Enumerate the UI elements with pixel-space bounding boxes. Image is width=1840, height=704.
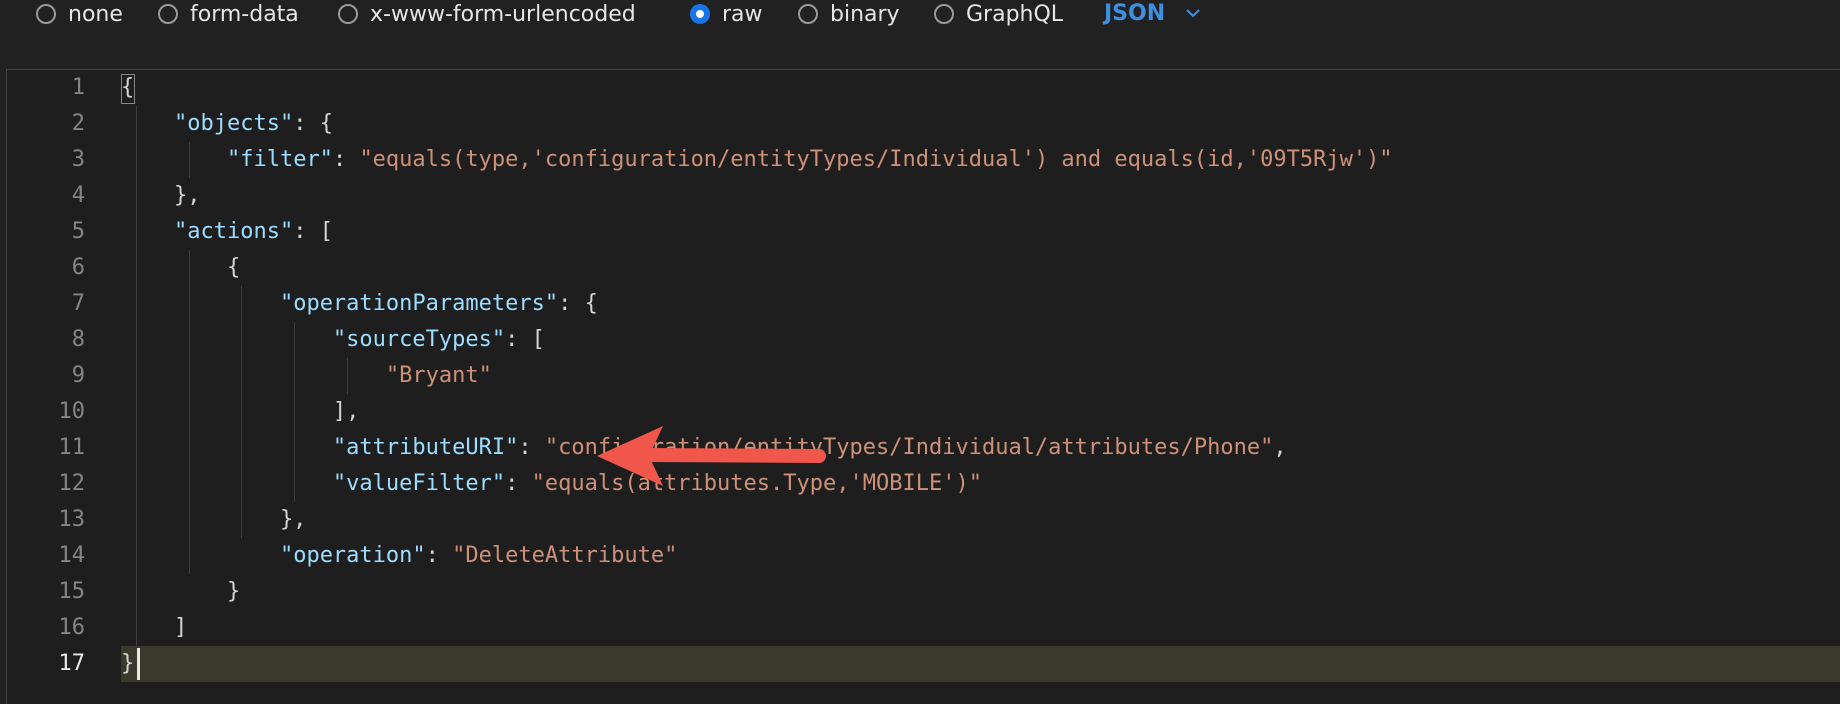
line-number: 13: [58, 507, 86, 532]
code-line[interactable]: "filter": "equals(type,'configuration/en…: [121, 142, 1393, 178]
json-punctuation: : {: [558, 291, 598, 316]
json-punctuation: [121, 111, 174, 136]
code-line[interactable]: "sourceTypes": [: [121, 322, 545, 358]
radio-selected-icon[interactable]: [690, 4, 710, 24]
json-string: "equals(type,'configuration/entityTypes/…: [359, 147, 1393, 172]
code-line[interactable]: "actions": [: [121, 214, 333, 250]
line-number: 1: [71, 75, 85, 100]
json-punctuation: [121, 219, 174, 244]
radio-x-www-form-urlencoded[interactable]: x-www-form-urlencoded: [338, 0, 636, 28]
line-number: 2: [71, 111, 85, 136]
json-key: "operation": [279, 543, 426, 568]
json-key: "valueFilter": [332, 471, 506, 496]
line-number: 3: [71, 147, 85, 172]
json-punctuation: :: [425, 543, 453, 568]
body-type-bar: none form-data x-www-form-urlencoded raw bin…: [0, 0, 1840, 34]
line-number: 8: [71, 327, 85, 352]
json-punctuation: },: [121, 507, 307, 532]
json-punctuation: :: [518, 435, 545, 460]
line-number: 7: [71, 291, 85, 316]
radio-graphql[interactable]: GraphQL: [934, 0, 1063, 28]
code-line[interactable]: }: [121, 646, 134, 682]
line-number: 14: [58, 543, 86, 568]
format-dropdown-label: JSON: [1104, 0, 1166, 26]
code-line[interactable]: "valueFilter": "equals(attributes.Type,'…: [121, 466, 982, 502]
radio-label: binary: [830, 1, 900, 27]
radio-binary[interactable]: binary: [798, 0, 900, 28]
json-string: "Bryant": [385, 363, 492, 388]
code-line[interactable]: ]: [121, 610, 187, 646]
json-key: "attributeURI": [332, 435, 519, 460]
json-punctuation: [121, 471, 333, 496]
radio-unselected-icon[interactable]: [158, 4, 178, 24]
code-line[interactable]: {: [121, 250, 240, 286]
line-number: 11: [58, 435, 86, 460]
line-number: 5: [71, 219, 85, 244]
line-number: 10: [58, 399, 86, 424]
radio-label: GraphQL: [966, 1, 1064, 27]
radio-unselected-icon[interactable]: [798, 4, 818, 24]
json-punctuation: : [: [505, 327, 545, 352]
json-punctuation: :: [332, 147, 360, 172]
bracket-match-highlight-open: [121, 74, 135, 104]
code-line[interactable]: },: [121, 178, 201, 214]
line-number-gutter: 1 2 3 4 5 6 7 8 9 10 11 12 13 14 15 16 17: [7, 70, 117, 704]
json-punctuation: },: [121, 183, 201, 208]
line-number: 12: [58, 471, 86, 496]
radio-unselected-icon[interactable]: [934, 4, 954, 24]
radio-label: raw: [722, 1, 763, 27]
code-line[interactable]: },: [121, 502, 307, 538]
code-editor[interactable]: 1 2 3 4 5 6 7 8 9 10 11 12 13 14 15 16 17 { "objects": {…: [6, 69, 1840, 704]
line-number: 16: [58, 615, 86, 640]
radio-raw[interactable]: raw: [690, 0, 763, 28]
radio-unselected-icon[interactable]: [36, 4, 56, 24]
current-line-highlight: [121, 646, 1840, 682]
json-key: "objects": [173, 111, 294, 136]
code-line[interactable]: "Bryant": [121, 358, 492, 394]
json-key: "operationParameters": [279, 291, 559, 316]
code-line[interactable]: "objects": {: [121, 106, 333, 142]
json-string: "DeleteAttribute": [452, 543, 678, 568]
red-arrow-annotation: [597, 426, 826, 486]
radio-label: form-data: [190, 1, 299, 27]
json-punctuation: : [: [293, 219, 333, 244]
json-punctuation: {: [121, 255, 241, 280]
json-punctuation: : {: [293, 111, 333, 136]
radio-form-data[interactable]: form-data: [158, 0, 299, 28]
line-number: 17: [58, 651, 86, 676]
format-dropdown[interactable]: JSON: [1104, 0, 1201, 26]
json-punctuation: [121, 363, 386, 388]
json-punctuation: [121, 543, 280, 568]
line-number: 6: [71, 255, 85, 280]
code-line[interactable]: }: [121, 574, 240, 610]
code-line[interactable]: "operationParameters": {: [121, 286, 598, 322]
code-line[interactable]: "operation": "DeleteAttribute": [121, 538, 677, 574]
radio-label: x-www-form-urlencoded: [370, 1, 636, 27]
json-key: "filter": [226, 147, 333, 172]
json-punctuation: [121, 435, 333, 460]
radio-label: none: [68, 1, 123, 27]
line-number: 15: [58, 579, 86, 604]
json-punctuation: :: [505, 471, 532, 496]
radio-unselected-icon[interactable]: [338, 4, 358, 24]
json-punctuation: ,: [1273, 435, 1287, 460]
text-cursor: [137, 648, 140, 680]
chevron-down-icon: [1186, 9, 1200, 18]
json-key: "sourceTypes": [332, 327, 506, 352]
json-punctuation: }: [121, 651, 135, 676]
json-key: "actions": [173, 219, 294, 244]
code-line[interactable]: ],: [121, 394, 360, 430]
json-punctuation: [121, 327, 333, 352]
json-punctuation: [121, 147, 227, 172]
json-punctuation: ],: [121, 399, 360, 424]
json-punctuation: ]: [121, 615, 188, 640]
json-punctuation: }: [121, 579, 241, 604]
radio-none[interactable]: none: [36, 0, 123, 28]
line-number: 4: [71, 183, 85, 208]
line-number: 9: [71, 363, 85, 388]
json-punctuation: [121, 291, 280, 316]
